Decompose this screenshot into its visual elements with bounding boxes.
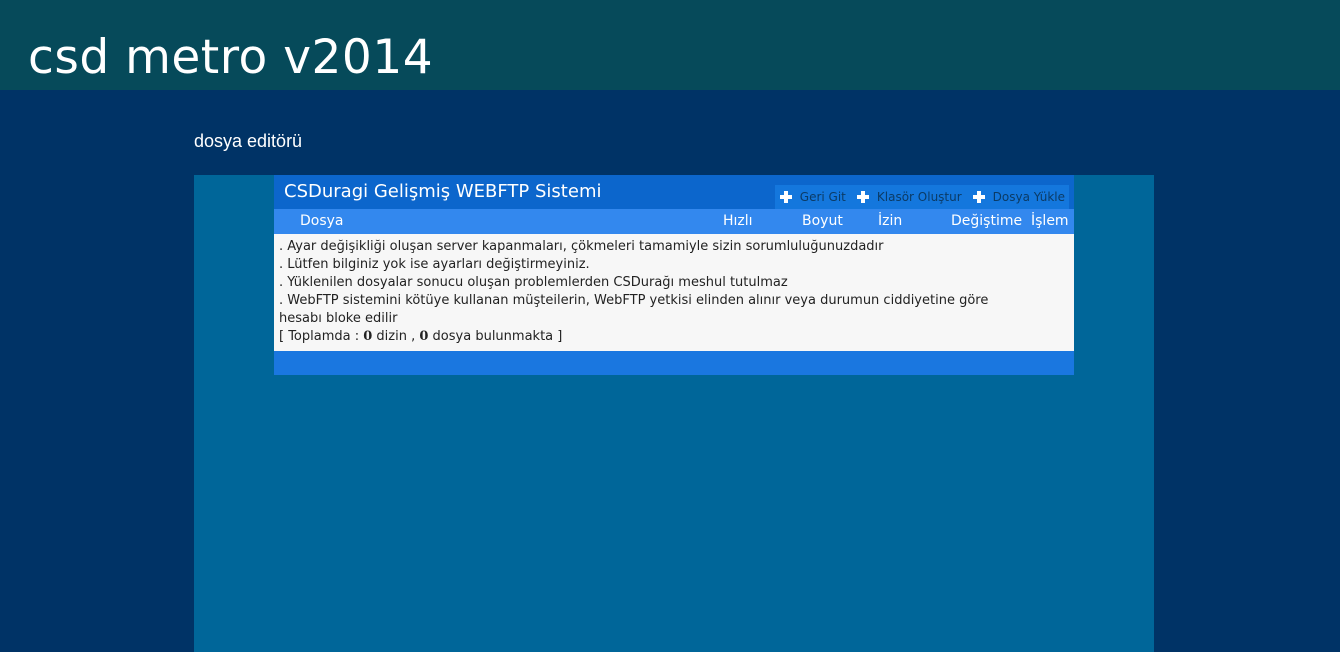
- back-button-label: Geri Git: [799, 190, 846, 204]
- file-label: dosya bulunmakta ]: [428, 329, 563, 344]
- site-title[interactable]: csd metro v2014: [28, 30, 433, 86]
- column-header-permission[interactable]: İzin: [878, 213, 902, 229]
- column-header-modified[interactable]: Değiştime: [951, 213, 1022, 229]
- panel-header: CSDuragi Gelişmiş WEBFTP Sistemi Geri Gi…: [274, 175, 1074, 209]
- summary-line: [ Toplamda : 0 dizin , 0 dosya bulunmakt…: [279, 328, 562, 346]
- upload-file-button[interactable]: Dosya Yükle: [972, 190, 1065, 204]
- column-header-action[interactable]: İşlem: [1031, 213, 1069, 229]
- column-header-file[interactable]: Dosya: [300, 213, 344, 229]
- upload-file-button-label: Dosya Yükle: [992, 190, 1065, 204]
- panel-title: CSDuragi Gelişmiş WEBFTP Sistemi: [284, 181, 602, 202]
- page-title: dosya editörü: [194, 131, 303, 151]
- plus-icon: [972, 190, 986, 204]
- notice-line: . WebFTP sistemini kötüye kullanan müşte…: [279, 293, 989, 308]
- column-header-size[interactable]: Boyut: [802, 213, 843, 229]
- file-table-header: Dosya Hızlı Boyut İzin Değiştime İşlem: [274, 209, 1074, 234]
- notice-line: . Ayar değişikliği oluşan server kapanma…: [279, 239, 884, 254]
- webftp-panel: CSDuragi Gelişmiş WEBFTP Sistemi Geri Gi…: [274, 175, 1074, 375]
- plus-icon: [856, 190, 870, 204]
- notice-area: . Ayar değişikliği oluşan server kapanma…: [274, 234, 1074, 351]
- dir-count: 0: [363, 329, 373, 344]
- back-button[interactable]: Geri Git: [779, 190, 846, 204]
- create-folder-button[interactable]: Klasör Oluştur: [856, 190, 962, 204]
- column-header-speed[interactable]: Hızlı: [723, 213, 753, 229]
- panel-footer: [274, 351, 1074, 375]
- plus-icon: [779, 190, 793, 204]
- notice-line: . Yüklenilen dosyalar sonucu oluşan prob…: [279, 275, 788, 290]
- notice-line: hesabı bloke edilir: [279, 311, 398, 326]
- summary-prefix: [ Toplamda :: [279, 329, 364, 344]
- create-folder-button-label: Klasör Oluştur: [876, 190, 962, 204]
- top-header-bar: csd metro v2014: [0, 0, 1340, 90]
- dir-label: dizin ,: [372, 329, 420, 344]
- panel-toolbar: Geri Git Klasör Oluştur Dosya Yükle: [774, 185, 1069, 209]
- notice-line: . Lütfen bilginiz yok ise ayarları değiş…: [279, 257, 590, 272]
